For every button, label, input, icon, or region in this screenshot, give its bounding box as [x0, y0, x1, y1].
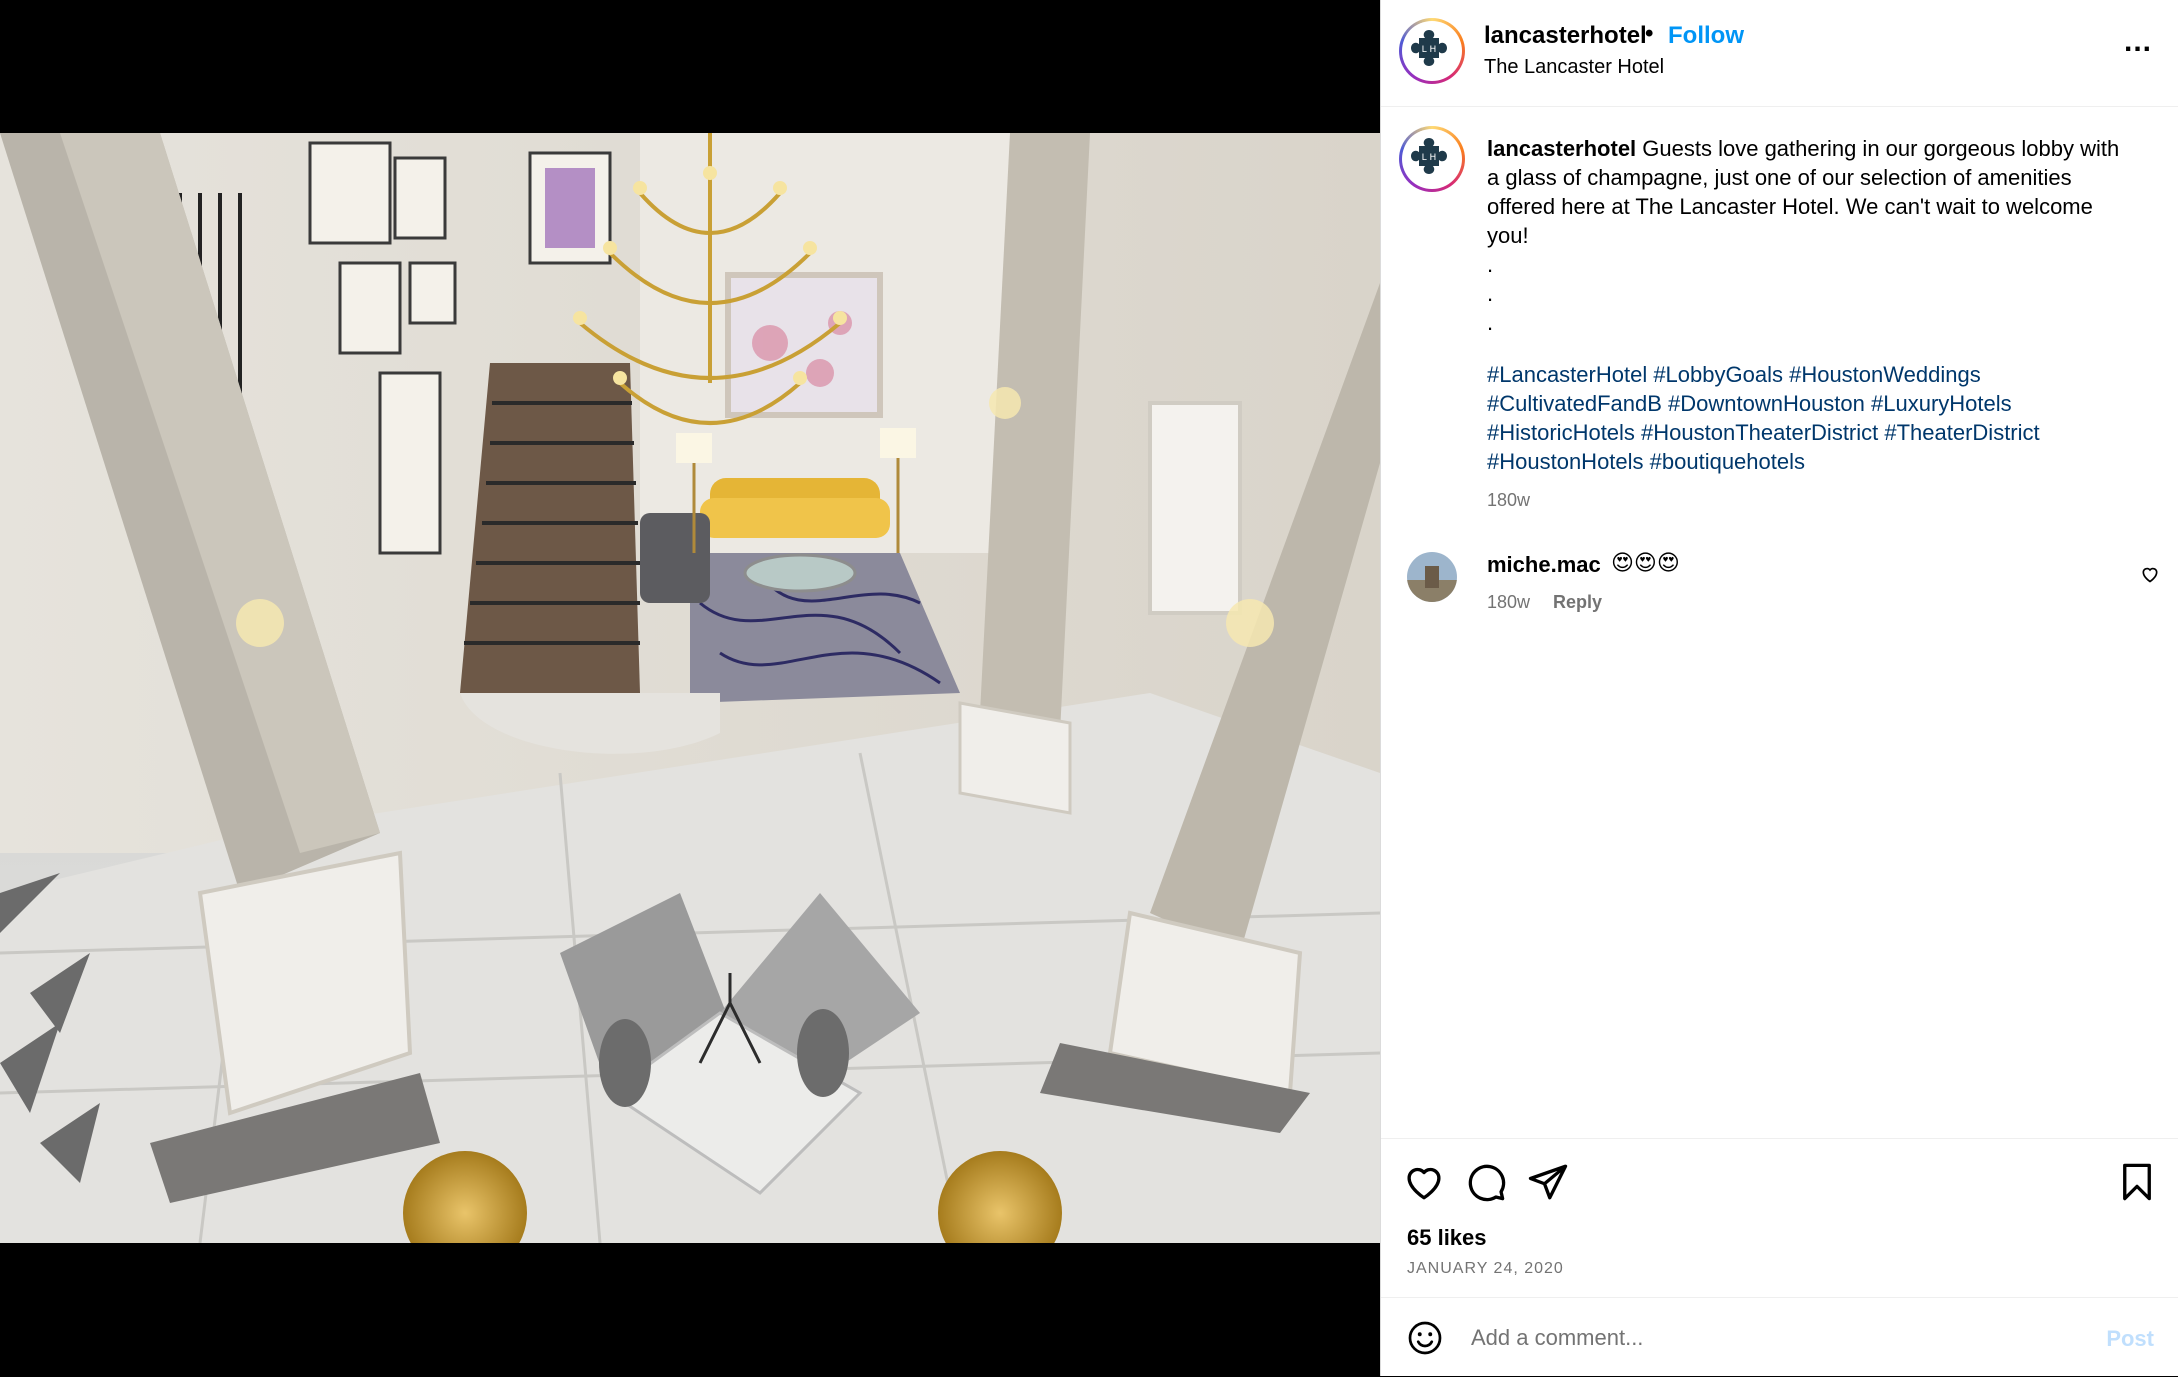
post-side-panel: L H lancasterhotel • Follow The Lancaste…	[1380, 0, 2178, 1376]
bookmark-icon[interactable]	[2116, 1161, 2158, 1208]
post-actions: 65 likes JANUARY 24, 2020	[1381, 1138, 2178, 1299]
caption-dots: . . .	[1487, 250, 2137, 337]
media-pane	[0, 0, 1380, 1376]
header-username[interactable]: lancasterhotel	[1484, 22, 1647, 50]
comment-like-heart-icon[interactable]	[2140, 564, 2160, 589]
location-link[interactable]: The Lancaster Hotel	[1484, 56, 1664, 79]
caption-dot: .	[1487, 252, 1494, 277]
caption-avatar[interactable]: L H	[1399, 126, 1465, 192]
comment-age: 180w	[1487, 592, 1531, 612]
comment-bubble-icon[interactable]	[1465, 1161, 1507, 1208]
hotel-lobby-image	[0, 133, 1380, 1243]
svg-text:L H: L H	[1422, 153, 1437, 163]
comment-row: miche.mac 😍😍😍 180w Reply	[1381, 544, 2178, 624]
comment-composer: Post	[1381, 1297, 2178, 1377]
caption-username[interactable]: lancasterhotel	[1487, 136, 1636, 161]
hotel-logo-icon: L H	[1406, 25, 1452, 71]
commenter-photo	[1407, 552, 1457, 602]
post-header: L H lancasterhotel • Follow The Lancaste…	[1381, 0, 2178, 107]
hashtags[interactable]: #LancasterHotel #LobbyGoals #HoustonWedd…	[1487, 360, 2137, 476]
caption: lancasterhotel Guests love gathering in …	[1487, 134, 2137, 337]
smiley-icon[interactable]	[1407, 1320, 1443, 1361]
reply-button[interactable]: Reply	[1553, 592, 1602, 613]
heart-icon[interactable]	[1403, 1161, 1445, 1208]
comment-text: 😍😍😍	[1611, 550, 1680, 575]
profile-avatar[interactable]: L H	[1399, 18, 1465, 84]
hotel-logo-icon: L H	[1406, 133, 1452, 179]
post-button[interactable]: Post	[2106, 1326, 2154, 1352]
svg-text:L H: L H	[1422, 45, 1437, 55]
post-photo[interactable]	[0, 133, 1380, 1243]
caption-dot: .	[1487, 310, 1494, 335]
follow-button[interactable]: Follow	[1668, 22, 1744, 50]
caption-age: 180w	[1487, 490, 1531, 510]
header-separator: •	[1645, 20, 1654, 47]
post-date: JANUARY 24, 2020	[1407, 1260, 1564, 1277]
commenter-username[interactable]: miche.mac	[1487, 552, 1601, 578]
comment-input[interactable]	[1469, 1320, 2033, 1356]
more-options-icon[interactable]: ...	[2124, 27, 2152, 57]
caption-dot: .	[1487, 281, 1494, 306]
commenter-avatar[interactable]	[1407, 552, 1457, 602]
likes-count[interactable]: 65 likes	[1407, 1225, 1487, 1251]
paper-plane-icon[interactable]	[1527, 1161, 1569, 1208]
